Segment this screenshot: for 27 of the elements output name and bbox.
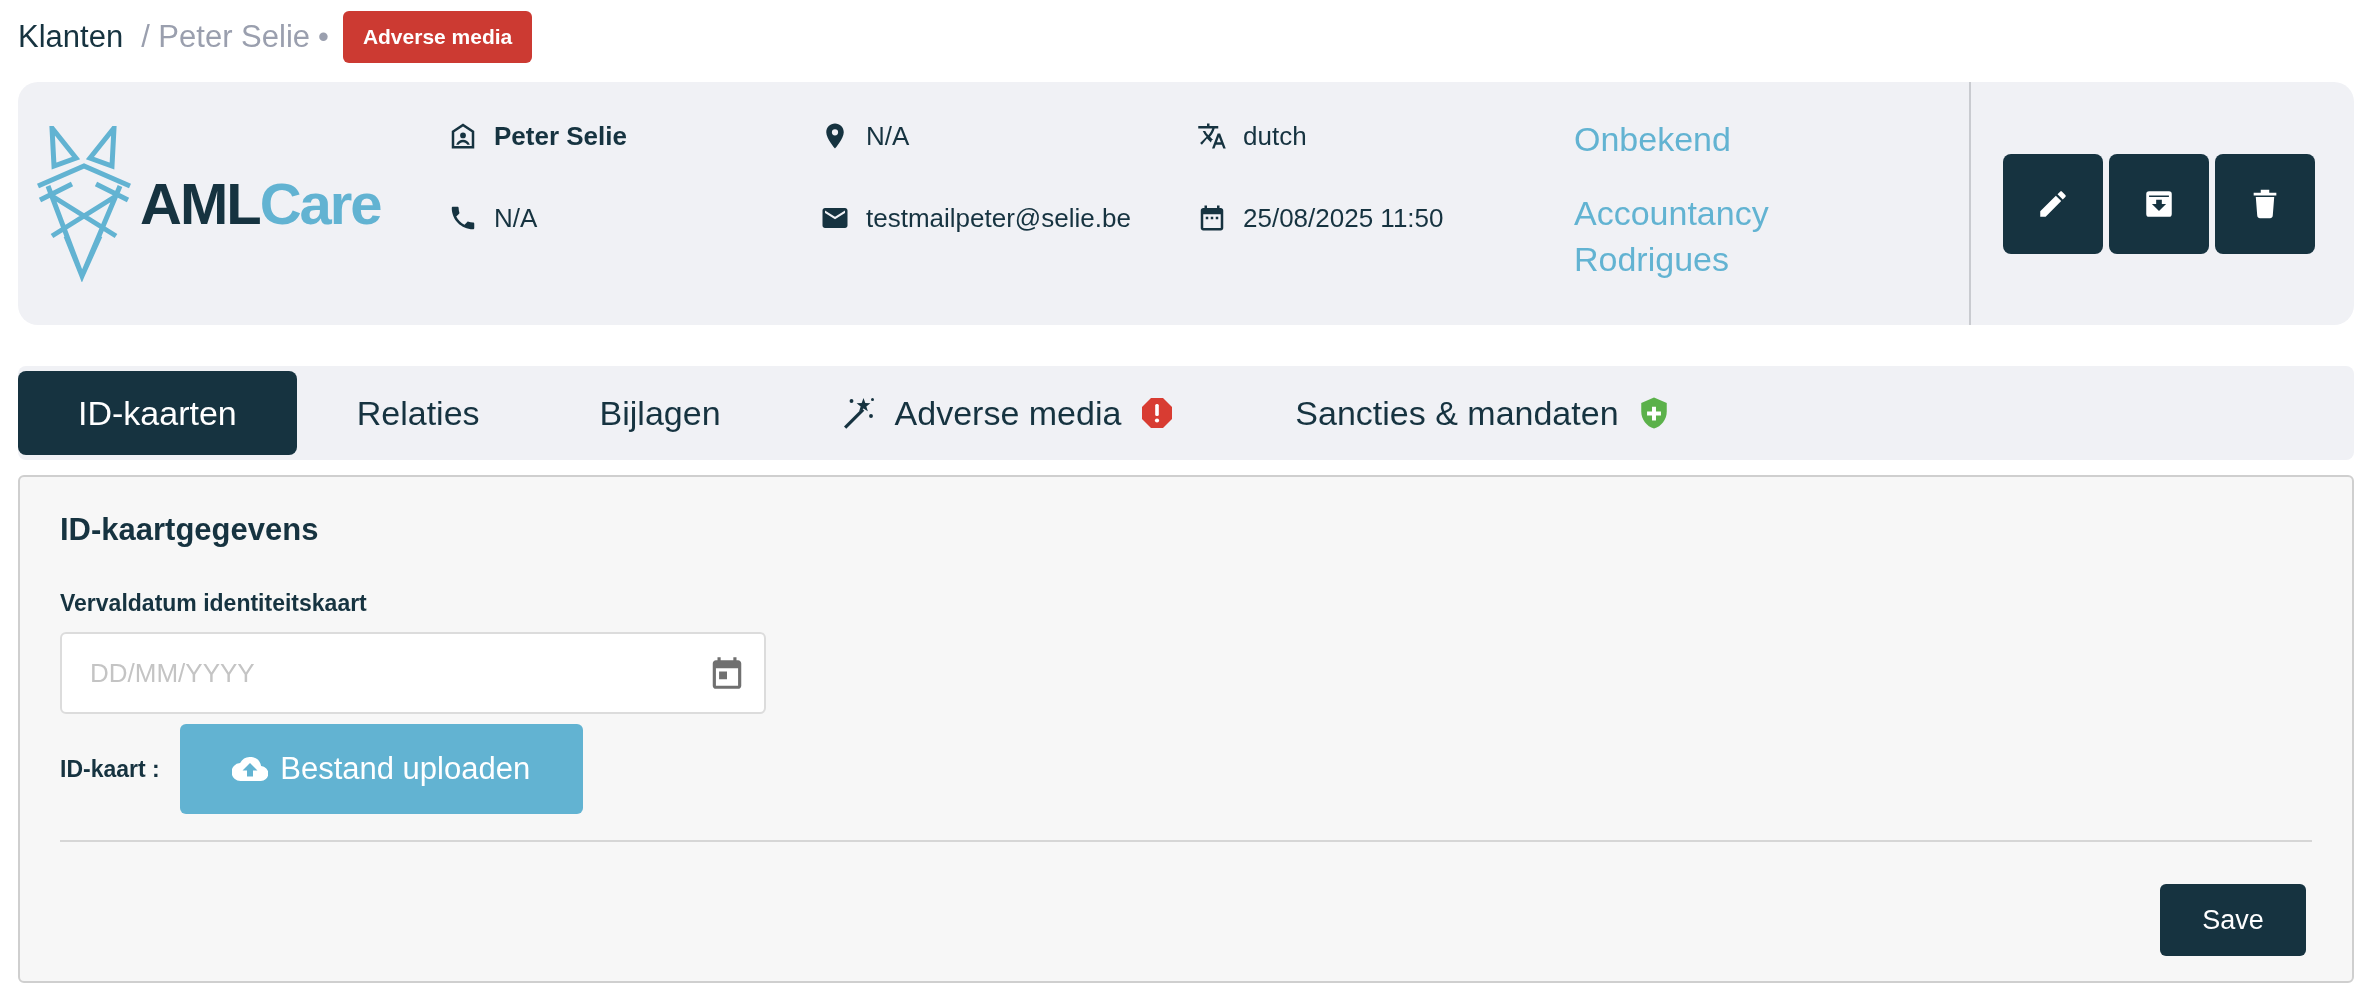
info-text: 25/08/2025 11:50 bbox=[1243, 201, 1444, 235]
tab[interactable]: Bijlagen bbox=[539, 371, 781, 455]
info-text: testmailpeter@selie.be bbox=[866, 201, 1131, 235]
translate-icon bbox=[1197, 121, 1227, 151]
breadcrumb-current: / Peter Selie bbox=[141, 17, 310, 56]
tab[interactable]: Relaties bbox=[296, 371, 540, 455]
archive-button[interactable] bbox=[2109, 153, 2209, 254]
field-label: ID-kaart : bbox=[60, 754, 160, 784]
breadcrumb-link[interactable]: Klanten bbox=[18, 13, 124, 61]
cloud-upload-icon bbox=[232, 755, 269, 783]
info-text: N/A bbox=[494, 201, 538, 235]
info-text: N/A bbox=[866, 119, 910, 153]
tab[interactable]: Sancties & mandaten bbox=[1235, 371, 1731, 455]
status-badge: Adverse media bbox=[342, 11, 533, 63]
tab[interactable]: Adverse media bbox=[780, 371, 1236, 455]
info-text: Peter Selie bbox=[494, 119, 627, 153]
logo-wordmark: AMLCare bbox=[140, 174, 381, 233]
fox-logo-icon bbox=[36, 125, 132, 282]
breadcrumb-separator: • bbox=[318, 17, 329, 56]
save-button[interactable]: Save bbox=[2160, 884, 2306, 956]
tab[interactable]: ID-kaarten bbox=[18, 371, 297, 455]
section-title: ID-kaartgegevens bbox=[60, 511, 320, 549]
info-text: dutch bbox=[1243, 119, 1307, 153]
date-field[interactable]: DD/MM/YYYY bbox=[60, 632, 766, 714]
field-label: Vervaldatum identiteitskaart bbox=[60, 588, 368, 618]
edit-button[interactable] bbox=[2003, 153, 2103, 254]
delete-button[interactable] bbox=[2215, 153, 2315, 254]
